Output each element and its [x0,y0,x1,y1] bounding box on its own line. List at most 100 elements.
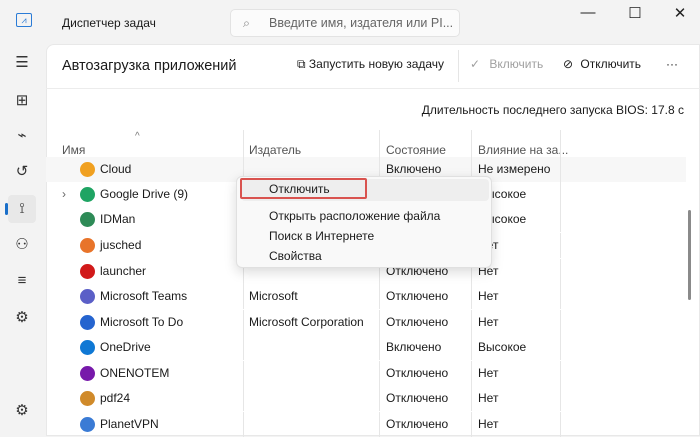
state: Включено [386,340,442,354]
app-name: ONENOTEM [100,366,170,380]
cell-divider [560,361,561,386]
cell-divider [471,335,472,360]
cell-divider [379,335,380,360]
checkmark-icon: ✓ [470,57,484,71]
cell-divider [560,207,561,232]
state: Включено [386,162,442,176]
cell-divider [560,284,561,309]
column-separator[interactable] [243,130,244,158]
column-separator[interactable] [560,130,561,158]
cell-divider [560,182,561,207]
app-name: IDMan [100,212,136,226]
app-icon [80,187,95,202]
state: Отключено [386,417,449,431]
app-icon [80,417,95,432]
cell-divider [379,361,380,386]
state: Отключено [386,366,449,380]
app-icon [80,264,95,279]
sort-ascending-icon: ^ [135,131,140,142]
table-row[interactable]: OneDrive Включено Высокое [46,335,686,360]
minimize-button[interactable]: — [568,4,608,24]
cell-divider [560,157,561,182]
cell-divider [379,386,380,411]
cell-divider [379,284,380,309]
processes-icon[interactable]: ⊞ [8,87,36,115]
window-title: Диспетчер задач [62,16,156,30]
divider [46,88,700,89]
column-separator[interactable] [379,130,380,158]
table-row[interactable]: Microsoft Teams Microsoft Отключено Нет [46,284,686,309]
services-icon[interactable]: ⚙ [8,304,36,332]
app-icon [80,315,95,330]
menu-item-properties[interactable]: Свойства [269,249,322,263]
cell-divider [560,412,561,437]
column-header-impact[interactable]: Влияние на за... [478,143,568,157]
app-icon [80,391,95,406]
state: Отключено [386,289,449,303]
app-icon [80,289,95,304]
task-manager-logo-icon: ⩘ [16,13,32,27]
highlight-annotation [240,178,367,199]
cell-divider [243,386,244,411]
column-header-name[interactable]: Имя [62,143,85,157]
run-new-task-label: Запустить новую задачу [308,57,445,71]
cell-divider [560,310,561,335]
column-header-state[interactable]: Состояние [386,143,446,157]
app-history-icon[interactable]: ↺ [8,158,36,186]
scrollbar[interactable] [688,210,691,300]
app-name: pdf24 [100,391,131,405]
table-row[interactable]: pdf24 Отключено Нет [46,386,686,411]
publisher: Microsoft [249,289,298,303]
table-row[interactable]: ONENOTEM Отключено Нет [46,361,686,386]
column-separator[interactable] [471,130,472,158]
impact: Нет [478,289,499,303]
close-button[interactable]: ✕ [660,4,700,24]
impact: Нет [478,417,499,431]
cell-divider [379,412,380,437]
cell-divider [243,284,244,309]
app-icon [80,366,95,381]
menu-item-search-online[interactable]: Поиск в Интернете [269,229,374,243]
search-icon: ⌕ [243,16,251,30]
cell-divider [560,386,561,411]
cell-divider [471,412,472,437]
impact: Высокое [478,340,527,354]
cell-divider [243,412,244,437]
impact: Нет [478,315,499,329]
column-header-publisher[interactable]: Издатель [249,143,301,157]
cell-divider [379,310,380,335]
run-new-task-button[interactable]: ⧉ Запустить новую задачу [297,57,444,72]
cell-divider [243,335,244,360]
cell-divider [471,310,472,335]
maximize-button[interactable]: ☐ [615,4,655,24]
cell-divider [471,284,472,309]
menu-item-open-file-location[interactable]: Открыть расположение файла [269,209,440,223]
settings-icon[interactable]: ⚙ [8,397,36,425]
app-name: PlanetVPN [100,417,159,431]
expand-chevron-icon[interactable]: › [62,187,66,201]
app-name: Microsoft Teams [100,289,188,303]
table-row[interactable]: PlanetVPN Отключено Нет [46,412,686,437]
cell-divider [560,335,561,360]
cell-divider [243,361,244,386]
cell-divider [560,259,561,284]
search-input[interactable]: ⌕ Введите имя, издателя или PI... [230,9,460,37]
table-row[interactable]: Microsoft To Do Microsoft Corporation Откл… [46,310,686,335]
search-placeholder: Введите имя, издателя или PI... [269,16,454,30]
app-name: Microsoft To Do [100,315,184,329]
users-icon[interactable]: ⚇ [8,231,36,259]
disable-button[interactable]: ⊘ Отключить [563,57,641,71]
details-icon[interactable]: ≡ [8,267,36,295]
impact: Нет [478,366,499,380]
hamburger-menu-icon[interactable]: ☰ [8,49,36,77]
startup-apps-icon[interactable]: ⟟ [5,195,36,223]
performance-icon[interactable]: ⌁ [8,122,36,150]
app-icon [80,340,95,355]
app-name: launcher [100,264,147,278]
app-icon [80,212,95,227]
more-options-button[interactable]: ··· [666,57,678,71]
enable-button[interactable]: ✓ Включить [470,57,543,71]
cell-divider [243,310,244,335]
enable-label: Включить [489,57,544,71]
new-task-icon: ⧉ [297,57,309,71]
